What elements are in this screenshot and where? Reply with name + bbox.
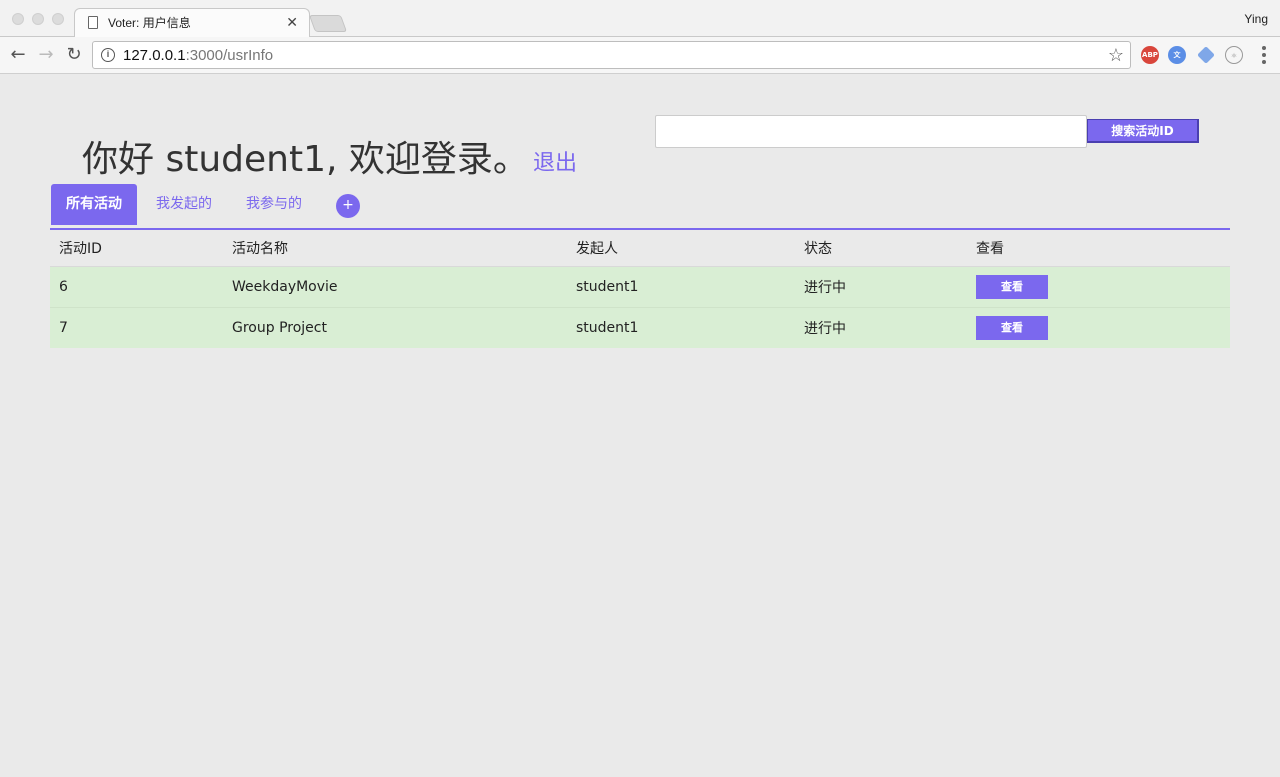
add-activity-button[interactable]: +	[336, 194, 360, 218]
activity-status: 进行中	[795, 306, 967, 348]
react-devtools-icon[interactable]: ⚛	[1225, 46, 1243, 64]
activity-id: 6	[50, 265, 223, 307]
close-icon[interactable]: ✕	[286, 14, 298, 31]
bookmark-star-icon[interactable]: ☆	[1108, 45, 1124, 66]
activity-owner: student1	[567, 265, 795, 307]
browser-titlebar: Voter: 用户信息 ✕ Ying	[0, 0, 1280, 38]
activity-name: Group Project	[223, 306, 567, 348]
table-row: 6 WeekdayMovie student1 进行中 查看	[50, 265, 1230, 307]
info-icon[interactable]: i	[101, 48, 115, 62]
table-header-row: 活动ID 活动名称 发起人 状态 查看	[50, 230, 1230, 267]
url-path: :3000/usrInfo	[185, 46, 274, 64]
view-button[interactable]: 查看	[976, 274, 1048, 299]
search-input[interactable]	[655, 115, 1087, 148]
activity-status: 进行中	[795, 265, 967, 307]
view-cell: 查看	[967, 265, 1230, 307]
activity-owner: student1	[567, 306, 795, 348]
address-bar[interactable]: i 127.0.0.1:3000/usrInfo ☆	[92, 41, 1131, 69]
column-header: 状态	[795, 230, 967, 267]
column-header: 查看	[967, 230, 1230, 267]
logout-link[interactable]: 退出	[533, 145, 577, 177]
reload-icon[interactable]: ↻	[64, 45, 84, 65]
activity-id: 7	[50, 306, 223, 348]
browser-toolbar: ← → ↻ i 127.0.0.1:3000/usrInfo ☆ ABP 文 ⚛	[0, 37, 1280, 74]
tab-my-created[interactable]: 我发起的	[146, 184, 222, 224]
document-icon	[88, 16, 98, 29]
minimize-window-button[interactable]	[32, 13, 44, 25]
column-header: 发起人	[567, 230, 795, 267]
tab-my-joined[interactable]: 我参与的	[236, 184, 312, 224]
activity-tabs: 所有活动 我发起的 我参与的 +	[50, 184, 1230, 230]
activity-name: WeekdayMovie	[223, 265, 567, 307]
column-header: 活动ID	[50, 230, 223, 267]
adblock-icon[interactable]: ABP	[1141, 46, 1159, 64]
url-host: 127.0.0.1	[123, 46, 186, 64]
back-arrow-icon[interactable]: ←	[8, 45, 28, 65]
translate-icon[interactable]: 文	[1168, 46, 1186, 64]
page-title: 你好 student1, 欢迎登录。	[82, 139, 529, 180]
tab-title: Voter: 用户信息	[108, 16, 191, 30]
browser-tab-content[interactable]: Voter: 用户信息 ✕	[78, 8, 308, 37]
activities-table: 活动ID 活动名称 发起人 状态 查看 6 WeekdayMovie stude…	[50, 230, 1230, 348]
view-cell: 查看	[967, 306, 1230, 348]
profile-name[interactable]: Ying	[1244, 12, 1268, 26]
tab-all-activities[interactable]: 所有活动	[51, 184, 137, 225]
close-window-button[interactable]	[12, 13, 24, 25]
search-button[interactable]: 搜索活动ID	[1087, 119, 1199, 143]
table-row: 7 Group Project student1 进行中 查看	[50, 306, 1230, 348]
new-tab-button[interactable]	[308, 15, 348, 32]
maximize-window-button[interactable]	[52, 13, 64, 25]
column-header: 活动名称	[223, 230, 567, 267]
forward-arrow-icon[interactable]: →	[36, 45, 56, 65]
view-button[interactable]: 查看	[976, 315, 1048, 340]
extension-icon[interactable]	[1197, 46, 1215, 64]
menu-icon[interactable]	[1262, 46, 1266, 64]
